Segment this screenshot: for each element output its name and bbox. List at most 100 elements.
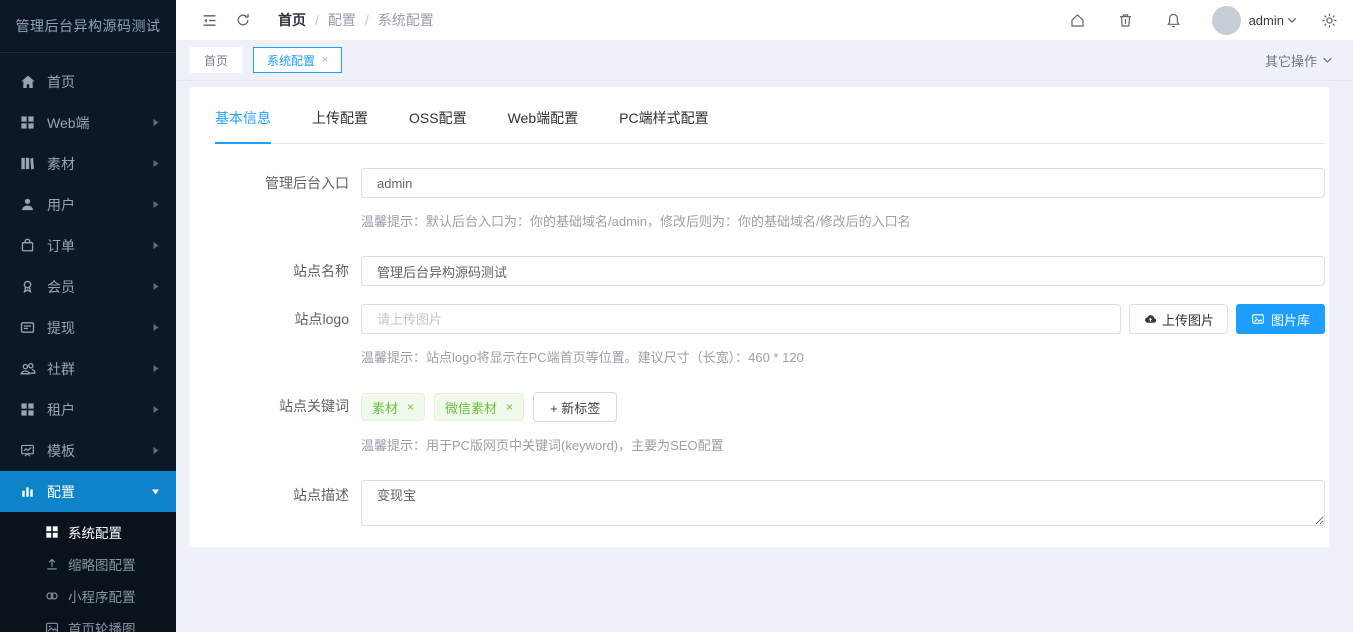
chevron-right-icon — [152, 323, 160, 332]
sidebar-item-label: 首页 — [47, 72, 75, 92]
image-library-button[interactable]: 图片库 — [1236, 304, 1325, 334]
upload-image-button[interactable]: 上传图片 — [1129, 304, 1228, 334]
page-tab-home[interactable]: 首页 — [190, 47, 242, 73]
chevron-right-icon — [152, 159, 160, 168]
admin-entry-input[interactable] — [361, 168, 1325, 198]
topbar-right: admin — [1054, 0, 1339, 40]
upload-image-label: 上传图片 — [1162, 310, 1214, 329]
submenu-item-label: 小程序配置 — [68, 586, 136, 606]
more-actions-dropdown[interactable]: 其它操作 — [1265, 51, 1333, 70]
tab-pc-style-config[interactable]: PC端样式配置 — [619, 108, 708, 143]
breadcrumb-item-home[interactable]: 首页 — [278, 10, 306, 30]
tab-oss-config[interactable]: OSS配置 — [409, 108, 467, 143]
sidebar-item-withdraw[interactable]: 提现 — [0, 307, 176, 348]
sidebar-item-label: 素材 — [47, 154, 75, 174]
grid-icon — [19, 401, 36, 418]
sidebar-item-home[interactable]: 首页 — [0, 61, 176, 102]
chevron-down-icon — [1287, 17, 1297, 24]
notifications-bell-button[interactable] — [1150, 0, 1198, 40]
board-chart-icon — [19, 442, 36, 459]
breadcrumb-separator: / — [365, 12, 369, 28]
page-tab-label: 系统配置 — [267, 52, 315, 69]
sidebar-item-label: 模板 — [47, 441, 75, 461]
breadcrumb-item-system-config[interactable]: 系统配置 — [378, 10, 434, 30]
chevron-right-icon — [152, 200, 160, 209]
sidebar-item-web[interactable]: Web端 — [0, 102, 176, 143]
settings-gear-button[interactable] — [1319, 0, 1339, 40]
home-shortcut-button[interactable] — [1054, 0, 1102, 40]
sidebar-item-orders[interactable]: 订单 — [0, 225, 176, 266]
sidebar-submenu-config: 系统配置 缩略图配置 小程序配置 首页轮播图 — [0, 512, 176, 632]
collapse-sidebar-button[interactable] — [192, 0, 226, 40]
sidebar-item-tenants[interactable]: 租户 — [0, 389, 176, 430]
chevron-right-icon — [152, 241, 160, 250]
sidebar-item-config[interactable]: 配置 — [0, 471, 176, 512]
chevron-right-icon — [152, 446, 160, 455]
image-icon — [1251, 312, 1265, 326]
system-config-panel: 基本信息 上传配置 OSS配置 Web端配置 PC端样式配置 管理后台入口 温馨… — [190, 87, 1329, 547]
breadcrumb-separator: / — [315, 12, 319, 28]
tab-upload-config[interactable]: 上传配置 — [312, 108, 368, 143]
sidebar-item-users[interactable]: 用户 — [0, 184, 176, 225]
tab-basic-info[interactable]: 基本信息 — [215, 108, 271, 143]
breadcrumb: 首页 / 配置 / 系统配置 — [278, 10, 434, 30]
page-tabs-row: 首页 系统配置 × 其它操作 — [176, 40, 1353, 81]
sidebar-item-label: 订单 — [47, 236, 75, 256]
site-logo-input[interactable] — [361, 304, 1121, 334]
sidebar-item-label: 用户 — [47, 195, 75, 215]
card-icon — [19, 319, 36, 336]
chevron-right-icon — [152, 118, 160, 127]
keyword-tag: 微信素材 × — [434, 393, 524, 421]
page-tab-system-config[interactable]: 系统配置 × — [253, 47, 342, 73]
sidebar: 管理后台异构源码测试 首页 Web端 素材 用户 订单 会员 — [0, 0, 176, 632]
app-title: 管理后台异构源码测试 — [0, 0, 176, 53]
page-tab-label: 首页 — [204, 52, 228, 69]
add-tag-button[interactable]: + 新标签 — [533, 392, 617, 422]
sidebar-item-material[interactable]: 素材 — [0, 143, 176, 184]
tab-web-config[interactable]: Web端配置 — [508, 108, 579, 143]
sidebar-item-label: 租户 — [47, 400, 75, 420]
submenu-item-system-config[interactable]: 系统配置 — [0, 516, 176, 548]
user-menu[interactable]: admin — [1249, 13, 1297, 28]
remove-tag-icon[interactable]: × — [407, 400, 414, 414]
site-name-input[interactable] — [361, 256, 1325, 286]
site-keywords-label: 站点关键词 — [215, 392, 361, 480]
admin-entry-hint: 温馨提示：默认后台入口为：你的基础域名/admin，修改后则为：你的基础域名/修… — [361, 214, 1325, 230]
config-tabs: 基本信息 上传配置 OSS配置 Web端配置 PC端样式配置 — [215, 87, 1325, 144]
sidebar-item-community[interactable]: 社群 — [0, 348, 176, 389]
close-tab-icon[interactable]: × — [322, 55, 328, 66]
site-keywords-hint: 温馨提示：用于PC版网页中关键词(keyword)，主要为SEO配置 — [361, 438, 1325, 454]
refresh-button[interactable] — [226, 0, 260, 40]
submenu-item-thumbnail-config[interactable]: 缩略图配置 — [0, 548, 176, 580]
submenu-item-home-carousel[interactable]: 首页轮播图 — [0, 612, 176, 632]
user-avatar[interactable] — [1212, 6, 1241, 35]
grid-icon — [19, 114, 36, 131]
form-row-admin-entry: 管理后台入口 温馨提示：默认后台入口为：你的基础域名/admin，修改后则为：你… — [215, 168, 1325, 256]
sidebar-item-label: 提现 — [47, 318, 75, 338]
cloud-upload-icon — [1143, 312, 1157, 326]
more-actions-label: 其它操作 — [1265, 51, 1317, 70]
link-icon — [44, 589, 59, 604]
content-area: 基本信息 上传配置 OSS配置 Web端配置 PC端样式配置 管理后台入口 温馨… — [176, 81, 1353, 632]
keyword-tag: 素材 × — [361, 393, 425, 421]
site-name-label: 站点名称 — [215, 256, 361, 286]
site-description-label: 站点描述 — [215, 480, 361, 529]
form-row-site-name: 站点名称 — [215, 256, 1325, 286]
chevron-right-icon — [152, 405, 160, 414]
main-area: 首页 / 配置 / 系统配置 admin 首页 系统配置 × 其它操作 — [176, 0, 1353, 632]
breadcrumb-item-config[interactable]: 配置 — [328, 10, 356, 30]
sidebar-item-label: 社群 — [47, 359, 75, 379]
topbar: 首页 / 配置 / 系统配置 admin — [176, 0, 1353, 40]
people-icon — [19, 360, 36, 377]
sidebar-item-templates[interactable]: 模板 — [0, 430, 176, 471]
sidebar-item-label: 会员 — [47, 277, 75, 297]
sidebar-item-members[interactable]: 会员 — [0, 266, 176, 307]
remove-tag-icon[interactable]: × — [506, 400, 513, 414]
trash-button[interactable] — [1102, 0, 1150, 40]
chevron-down-icon — [151, 488, 160, 496]
site-description-textarea[interactable]: 变现宝 — [361, 480, 1325, 526]
submenu-item-miniprogram-config[interactable]: 小程序配置 — [0, 580, 176, 612]
grid-icon — [44, 525, 59, 540]
chevron-right-icon — [152, 282, 160, 291]
chevron-down-icon — [1322, 57, 1333, 64]
